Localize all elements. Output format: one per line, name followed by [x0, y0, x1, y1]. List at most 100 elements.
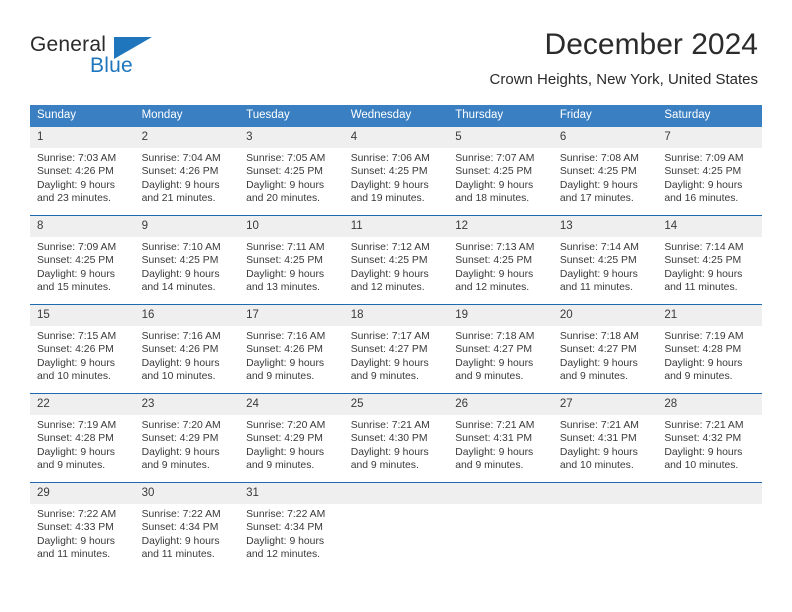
calendar-day-cell[interactable]: 21 Sunrise: 7:19 AM Sunset: 4:28 PM Dayligh… — [657, 304, 762, 394]
calendar-day-cell[interactable]: 3 Sunrise: 7:05 AM Sunset: 4:25 PM Daylight… — [239, 127, 344, 216]
day-details: Sunrise: 7:13 AM Sunset: 4:25 PM Daylight:… — [448, 237, 553, 295]
calendar-day-cell[interactable]: 14 Sunrise: 7:14 AM Sunset: 4:25 PM Dayligh… — [657, 215, 762, 305]
calendar-day-cell[interactable]: 4 Sunrise: 7:06 AM Sunset: 4:25 PM Daylight… — [343, 127, 449, 216]
day-number: 25 — [343, 394, 449, 415]
daylight-text-line1: Daylight: 9 hours — [664, 179, 743, 191]
sunset-text: Sunset: 4:28 PM — [37, 433, 114, 445]
day-number: 22 — [30, 394, 135, 415]
daylight-text-line2: and 9 minutes. — [559, 371, 628, 383]
calendar-day-cell[interactable]: 16 Sunrise: 7:16 AM Sunset: 4:26 PM Dayligh… — [134, 304, 240, 394]
sunrise-text: Sunrise: 7:22 AM — [141, 509, 221, 520]
weekday-header-thursday: Thursday — [448, 105, 553, 127]
day-details: Sunrise: 7:17 AM Sunset: 4:27 PM Daylight:… — [344, 326, 449, 384]
calendar-header-row: Sunday Monday Tuesday Wednesday Thursday… — [30, 105, 762, 127]
calendar-day-cell[interactable]: 26 Sunrise: 7:21 AM Sunset: 4:31 PM Dayligh… — [448, 393, 553, 483]
sunset-text: Sunset: 4:25 PM — [246, 166, 323, 178]
day-number: 1 — [30, 127, 135, 148]
sunset-text: Sunset: 4:25 PM — [559, 255, 637, 267]
calendar-day-cell[interactable]: 1 Sunrise: 7:03 AM Sunset: 4:26 PM Daylight… — [30, 127, 135, 216]
calendar-day-cell[interactable]: 31 Sunrise: 7:22 AM Sunset: 4:34 PM Dayligh… — [239, 482, 344, 571]
day-details: Sunrise: 7:19 AM Sunset: 4:28 PM Daylight:… — [657, 326, 762, 384]
calendar-day-cell[interactable]: 2 Sunrise: 7:04 AM Sunset: 4:26 PM Daylight… — [134, 127, 240, 216]
title-block: December 2024 Crown Heights, New York, U… — [490, 28, 758, 89]
calendar-day-cell[interactable]: 10 Sunrise: 7:11 AM Sunset: 4:25 PM Dayligh… — [239, 215, 344, 305]
brand-logo[interactable]: General Blue — [30, 33, 170, 81]
day-number — [657, 483, 762, 504]
calendar-day-cell[interactable]: 9 Sunrise: 7:10 AM Sunset: 4:25 PM Daylight… — [134, 215, 240, 305]
daylight-text-line1: Daylight: 9 hours — [455, 179, 534, 191]
sunset-text: Sunset: 4:31 PM — [559, 433, 637, 445]
sunrise-text: Sunrise: 7:13 AM — [455, 242, 535, 253]
day-details: Sunrise: 7:09 AM Sunset: 4:25 PM Daylight:… — [657, 148, 762, 206]
calendar-day-cell[interactable]: 27 Sunrise: 7:21 AM Sunset: 4:31 PM Dayligh… — [552, 393, 658, 483]
sunrise-text: Sunrise: 7:05 AM — [246, 153, 326, 164]
sunset-text: Sunset: 4:27 PM — [350, 344, 428, 356]
day-number: 8 — [30, 216, 135, 237]
sunrise-text: Sunrise: 7:21 AM — [559, 420, 639, 431]
sunrise-text: Sunrise: 7:14 AM — [559, 242, 639, 253]
calendar-day-cell[interactable]: 25 Sunrise: 7:21 AM Sunset: 4:30 PM Dayligh… — [343, 393, 449, 483]
page-title: December 2024 — [544, 28, 758, 61]
daylight-text-line1: Daylight: 9 hours — [246, 357, 325, 369]
calendar-day-cell[interactable]: 6 Sunrise: 7:08 AM Sunset: 4:25 PM Daylight… — [552, 127, 658, 216]
sunset-text: Sunset: 4:28 PM — [664, 344, 742, 356]
daylight-text-line1: Daylight: 9 hours — [37, 446, 115, 458]
calendar-day-cell[interactable]: 17 Sunrise: 7:16 AM Sunset: 4:26 PM Dayligh… — [239, 304, 344, 394]
day-details: Sunrise: 7:21 AM Sunset: 4:31 PM Daylight:… — [448, 415, 553, 473]
calendar-day-cell[interactable]: 19 Sunrise: 7:18 AM Sunset: 4:27 PM Dayligh… — [448, 304, 553, 394]
calendar-empty-cell — [552, 482, 658, 571]
sunrise-text: Sunrise: 7:20 AM — [141, 420, 221, 431]
day-number: 13 — [552, 216, 658, 237]
calendar-day-cell[interactable]: 11 Sunrise: 7:12 AM Sunset: 4:25 PM Dayligh… — [343, 215, 449, 305]
daylight-text-line2: and 10 minutes. — [141, 371, 216, 383]
calendar-day-cell[interactable]: 23 Sunrise: 7:20 AM Sunset: 4:29 PM Dayligh… — [134, 393, 240, 483]
calendar-week-row: 29 Sunrise: 7:22 AM Sunset: 4:33 PM Dayligh… — [30, 482, 762, 571]
day-number: 11 — [343, 216, 449, 237]
day-number — [343, 483, 449, 504]
sunset-text: Sunset: 4:25 PM — [559, 166, 637, 178]
sunset-text: Sunset: 4:32 PM — [664, 433, 742, 445]
daylight-text-line2: and 10 minutes. — [37, 371, 111, 383]
calendar-day-cell[interactable]: 7 Sunrise: 7:09 AM Sunset: 4:25 PM Daylight… — [657, 127, 762, 216]
calendar-day-cell[interactable]: 12 Sunrise: 7:13 AM Sunset: 4:25 PM Dayligh… — [448, 215, 553, 305]
daylight-text-line1: Daylight: 9 hours — [141, 268, 220, 280]
daylight-text-line2: and 11 minutes. — [37, 549, 111, 561]
calendar-day-cell[interactable]: 8 Sunrise: 7:09 AM Sunset: 4:25 PM Daylight… — [30, 215, 135, 305]
calendar-day-cell[interactable]: 22 Sunrise: 7:19 AM Sunset: 4:28 PM Dayligh… — [30, 393, 135, 483]
calendar-day-cell[interactable]: 13 Sunrise: 7:14 AM Sunset: 4:25 PM Dayligh… — [552, 215, 658, 305]
day-details: Sunrise: 7:18 AM Sunset: 4:27 PM Daylight:… — [553, 326, 658, 384]
daylight-text-line2: and 11 minutes. — [559, 282, 633, 294]
day-number: 24 — [239, 394, 344, 415]
calendar-day-cell[interactable]: 30 Sunrise: 7:22 AM Sunset: 4:34 PM Dayligh… — [134, 482, 240, 571]
sunrise-text: Sunrise: 7:04 AM — [141, 153, 221, 164]
day-number — [448, 483, 553, 504]
daylight-text-line1: Daylight: 9 hours — [37, 179, 115, 191]
day-details: Sunrise: 7:06 AM Sunset: 4:25 PM Daylight:… — [344, 148, 449, 206]
calendar-day-cell[interactable]: 29 Sunrise: 7:22 AM Sunset: 4:33 PM Dayligh… — [30, 482, 135, 571]
day-details: Sunrise: 7:16 AM Sunset: 4:26 PM Daylight:… — [135, 326, 240, 384]
day-number: 29 — [30, 483, 135, 504]
day-details: Sunrise: 7:05 AM Sunset: 4:25 PM Daylight:… — [239, 148, 344, 206]
calendar-day-cell[interactable]: 28 Sunrise: 7:21 AM Sunset: 4:32 PM Dayligh… — [657, 393, 762, 483]
calendar-day-cell[interactable]: 20 Sunrise: 7:18 AM Sunset: 4:27 PM Dayligh… — [552, 304, 658, 394]
daylight-text-line1: Daylight: 9 hours — [141, 357, 220, 369]
day-number: 4 — [343, 127, 449, 148]
sunrise-text: Sunrise: 7:16 AM — [141, 331, 221, 342]
daylight-text-line1: Daylight: 9 hours — [559, 446, 638, 458]
location-subtitle: Crown Heights, New York, United States — [489, 71, 758, 88]
sunrise-text: Sunrise: 7:06 AM — [350, 153, 430, 164]
day-details: Sunrise: 7:11 AM Sunset: 4:25 PM Daylight:… — [239, 237, 344, 295]
calendar-day-cell[interactable]: 18 Sunrise: 7:17 AM Sunset: 4:27 PM Dayligh… — [343, 304, 449, 394]
weekday-header-monday: Monday — [134, 105, 240, 127]
sunrise-text: Sunrise: 7:11 AM — [246, 242, 325, 253]
calendar-day-cell[interactable]: 15 Sunrise: 7:15 AM Sunset: 4:26 PM Dayligh… — [30, 304, 135, 394]
sunrise-text: Sunrise: 7:17 AM — [350, 331, 430, 342]
sunset-text: Sunset: 4:25 PM — [350, 166, 428, 178]
daylight-text-line2: and 9 minutes. — [455, 460, 524, 472]
sunrise-text: Sunrise: 7:14 AM — [664, 242, 744, 253]
sunset-text: Sunset: 4:30 PM — [350, 433, 428, 445]
calendar-day-cell[interactable]: 24 Sunrise: 7:20 AM Sunset: 4:29 PM Dayligh… — [239, 393, 344, 483]
daylight-text-line2: and 23 minutes. — [37, 193, 111, 205]
sunrise-text: Sunrise: 7:22 AM — [246, 509, 326, 520]
calendar-day-cell[interactable]: 5 Sunrise: 7:07 AM Sunset: 4:25 PM Daylight… — [448, 127, 553, 216]
